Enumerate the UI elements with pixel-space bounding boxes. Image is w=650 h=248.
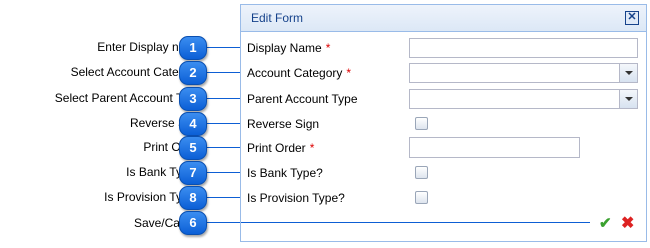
parent-account-type-label-text: Parent Account Type <box>247 92 358 106</box>
reverse-sign-label: Reverse Sign <box>247 116 319 132</box>
chevron-down-icon[interactable] <box>619 90 637 108</box>
parent-account-type-label: Parent Account Type <box>247 91 358 107</box>
print-order-label: Print Order * <box>247 140 314 156</box>
close-icon[interactable]: ✕ <box>625 11 639 25</box>
display-name-input[interactable] <box>409 38 638 58</box>
required-marker: * <box>325 41 331 55</box>
is-provision-type-checkbox[interactable] <box>415 191 428 204</box>
annotation-badge: 3 <box>179 87 207 111</box>
annotation-badge: 2 <box>179 61 207 85</box>
cross-icon[interactable]: ✖ <box>621 213 634 233</box>
is-bank-type-checkbox[interactable] <box>415 166 428 179</box>
account-category-select[interactable] <box>409 63 638 83</box>
footer-divider <box>241 222 590 223</box>
annotation-badge: 4 <box>179 112 207 136</box>
display-name-label: Display Name * <box>247 40 330 56</box>
reverse-sign-label-text: Reverse Sign <box>247 117 320 131</box>
account-category-label-text: Account Category <box>247 66 343 80</box>
print-order-input[interactable] <box>409 137 580 158</box>
is-provision-type-label-text: Is Provision Type? <box>247 191 345 205</box>
is-bank-type-label-text: Is Bank Type? <box>247 166 323 180</box>
chevron-down-icon[interactable] <box>619 64 637 82</box>
checkmark-icon[interactable]: ✔ <box>599 214 612 232</box>
form-title: Edit Form <box>251 11 304 25</box>
required-marker: * <box>309 141 315 155</box>
annotation-badge: 1 <box>179 36 207 60</box>
required-marker: * <box>346 66 352 80</box>
edit-form-window: Edit Form ✕ Display Name * Account Catego… <box>240 4 647 242</box>
annotation-badge: 8 <box>179 186 207 210</box>
form-header: Edit Form <box>241 5 646 32</box>
is-bank-type-label: Is Bank Type? <box>247 165 323 181</box>
annotation-badge: 5 <box>179 136 207 160</box>
display-name-label-text: Display Name <box>247 41 322 55</box>
annotation-badge: 7 <box>179 161 207 185</box>
annotation-badge: 6 <box>179 211 207 235</box>
parent-account-type-select[interactable] <box>409 89 638 109</box>
reverse-sign-checkbox[interactable] <box>415 117 428 130</box>
account-category-label: Account Category * <box>247 65 351 81</box>
print-order-label-text: Print Order <box>247 141 306 155</box>
is-provision-type-label: Is Provision Type? <box>247 190 345 206</box>
